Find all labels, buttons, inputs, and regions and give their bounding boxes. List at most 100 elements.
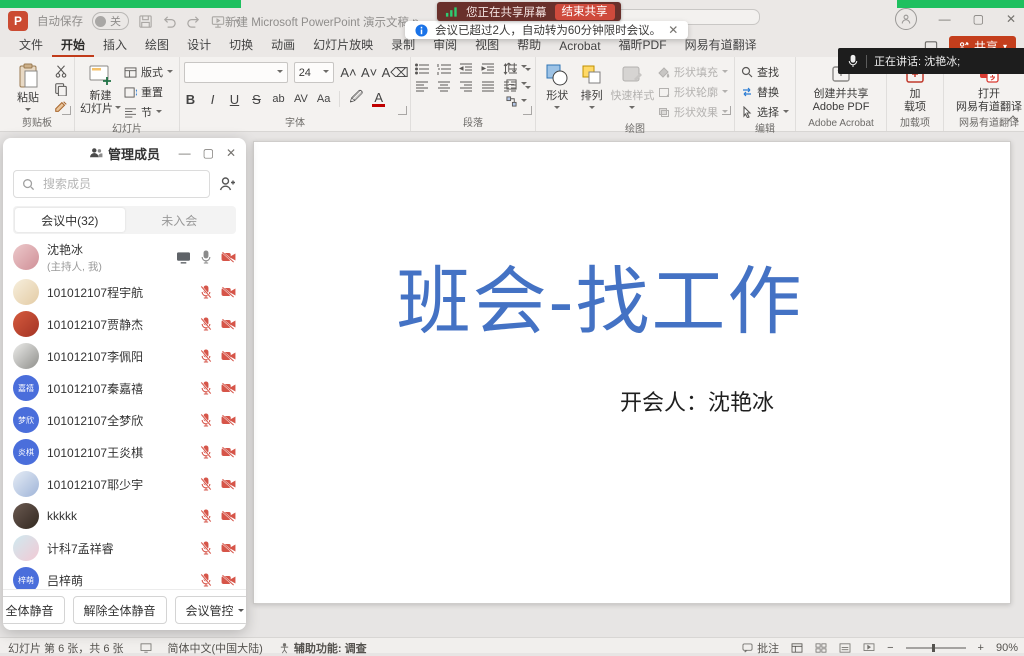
member-row[interactable]: 梦欣101012107全梦欣 <box>3 404 246 436</box>
section-label: 节 <box>141 104 152 120</box>
tab-网易有道翻译[interactable]: 网易有道翻译 <box>676 33 766 57</box>
arrange-button[interactable]: 排列 <box>574 60 608 112</box>
character-spacing-button[interactable]: AV <box>294 93 308 105</box>
change-case-button[interactable]: Aa <box>317 93 330 105</box>
text-shadow-button[interactable]: ab <box>272 93 285 105</box>
underline-button[interactable]: U <box>228 92 241 107</box>
member-row[interactable]: kkkkk <box>3 500 246 532</box>
font-dialog-launcher-icon[interactable] <box>398 106 407 115</box>
add-member-icon[interactable] <box>218 175 236 193</box>
mute-all-button[interactable]: 全体静音 <box>3 596 65 624</box>
copy-icon[interactable] <box>54 82 68 96</box>
numbered-list-icon[interactable] <box>437 63 451 75</box>
tab-文件[interactable]: 文件 <box>10 33 52 57</box>
member-row[interactable]: 计科7孟祥睿 <box>3 532 246 564</box>
redo-icon[interactable] <box>186 14 201 29</box>
cut-icon[interactable] <box>54 64 68 78</box>
text-direction-icon[interactable] <box>506 62 527 73</box>
member-search-box[interactable] <box>13 170 210 198</box>
select-button[interactable]: 选择 <box>741 104 789 120</box>
shrink-font-button[interactable]: A˅ <box>361 65 376 80</box>
align-text-icon[interactable] <box>506 79 527 90</box>
member-list[interactable]: 沈艳冰(主持人, 我)101012107程宇航101012107贾静杰10101… <box>3 234 246 589</box>
member-row[interactable]: 炎棋101012107王炎棋 <box>3 436 246 468</box>
unmute-all-button[interactable]: 解除全体静音 <box>73 596 167 624</box>
close-button[interactable]: ✕ <box>1006 13 1016 25</box>
accessibility-status[interactable]: 辅助功能: 调查 <box>279 640 367 656</box>
tab-切换[interactable]: 切换 <box>220 33 262 57</box>
bold-button[interactable]: B <box>184 92 197 107</box>
bullet-list-icon[interactable] <box>415 63 429 75</box>
zoom-out-icon[interactable]: − <box>887 642 893 654</box>
panel-maximize-icon[interactable]: ▢ <box>203 146 214 160</box>
undo-icon[interactable] <box>162 14 177 29</box>
tab-插入[interactable]: 插入 <box>94 33 136 57</box>
panel-header[interactable]: 管理成员 — ▢ ✕ <box>3 138 246 168</box>
member-row[interactable]: 101012107贾静杰 <box>3 308 246 340</box>
slide-canvas[interactable]: 班会-找工作 开会人：沈艳冰 <box>253 141 1011 604</box>
tab-幻灯片放映[interactable]: 幻灯片放映 <box>304 33 382 57</box>
text-highlight-button[interactable]: 🖉 <box>349 88 363 110</box>
member-row[interactable]: 梓萌吕梓萌 <box>3 564 246 589</box>
tab-绘图[interactable]: 绘图 <box>136 33 178 57</box>
restore-button[interactable]: ▢ <box>973 13 984 25</box>
tab-not-joined[interactable]: 未入会 <box>125 208 235 232</box>
zoom-level[interactable]: 90% <box>996 642 1018 654</box>
decrease-indent-icon[interactable] <box>459 63 473 75</box>
panel-close-icon[interactable]: ✕ <box>226 146 236 160</box>
new-slide-label-1: 新建 <box>90 90 112 103</box>
tab-动画[interactable]: 动画 <box>262 33 304 57</box>
slide-presenter-text[interactable]: 开会人：沈艳冰 <box>384 385 1010 417</box>
paste-button[interactable]: 粘贴 <box>4 60 52 114</box>
align-left-icon[interactable] <box>415 81 429 93</box>
comments-label: 批注 <box>757 640 779 656</box>
end-share-button[interactable]: 结束共享 <box>555 4 615 20</box>
justify-icon[interactable] <box>481 81 495 93</box>
new-slide-button[interactable]: 新建 幻灯片 <box>79 60 122 115</box>
clipboard-dialog-launcher-icon[interactable] <box>62 106 71 115</box>
save-icon[interactable] <box>138 14 153 29</box>
language-indicator[interactable]: 简体中文(中国大陆) <box>168 640 263 656</box>
clear-formatting-button[interactable]: A⌫ <box>382 65 406 81</box>
slide-title-text[interactable]: 班会-找工作 <box>254 242 946 349</box>
avatar: 梓萌 <box>13 567 39 589</box>
strikethrough-button[interactable]: S <box>250 92 263 107</box>
member-row[interactable]: 101012107耶少宇 <box>3 468 246 500</box>
find-button[interactable]: 查找 <box>741 64 789 80</box>
font-color-button[interactable]: A <box>372 91 385 107</box>
zoom-slider[interactable] <box>906 647 966 649</box>
tab-开始[interactable]: 开始 <box>52 33 94 57</box>
member-row[interactable]: 沈艳冰(主持人, 我) <box>3 238 246 276</box>
reset-button[interactable]: 重置 <box>124 84 173 100</box>
drawing-dialog-launcher-icon[interactable] <box>722 106 731 115</box>
member-row[interactable]: 101012107程宇航 <box>3 276 246 308</box>
panel-minimize-icon[interactable]: — <box>179 146 191 160</box>
zoom-in-icon[interactable]: + <box>978 642 984 654</box>
camera-off-icon <box>221 350 236 362</box>
replace-button[interactable]: 替换 <box>741 84 789 100</box>
shapes-button[interactable]: 形状 <box>540 60 574 112</box>
minimize-button[interactable]: — <box>939 13 951 25</box>
meeting-control-button[interactable]: 会议管控 <box>175 596 246 624</box>
italic-button[interactable]: I <box>206 92 219 107</box>
comments-toggle[interactable]: 批注 <box>742 640 779 656</box>
font-size-combo[interactable]: 24 <box>294 62 335 83</box>
font-name-combo[interactable] <box>184 62 288 83</box>
align-right-icon[interactable] <box>459 81 473 93</box>
grow-font-button[interactable]: A˄ <box>340 65 355 80</box>
toast-close-icon[interactable]: ✕ <box>668 23 678 37</box>
tab-in-meeting[interactable]: 会议中(32) <box>15 208 125 232</box>
account-avatar-icon[interactable] <box>895 8 917 30</box>
start-slideshow-icon[interactable] <box>210 14 226 29</box>
layout-button[interactable]: 版式 <box>124 64 173 80</box>
member-row[interactable]: 101012107李佩阳 <box>3 340 246 372</box>
align-center-icon[interactable] <box>437 81 451 93</box>
tab-Acrobat[interactable]: Acrobat <box>550 36 609 57</box>
section-button[interactable]: 节 <box>124 104 173 120</box>
autosave-toggle[interactable]: 关 <box>92 12 129 30</box>
member-row[interactable]: 嘉禧101012107秦嘉禧 <box>3 372 246 404</box>
increase-indent-icon[interactable] <box>481 63 495 75</box>
paragraph-dialog-launcher-icon[interactable] <box>523 106 532 115</box>
tab-设计[interactable]: 设计 <box>178 33 220 57</box>
member-search-input[interactable] <box>41 176 201 192</box>
